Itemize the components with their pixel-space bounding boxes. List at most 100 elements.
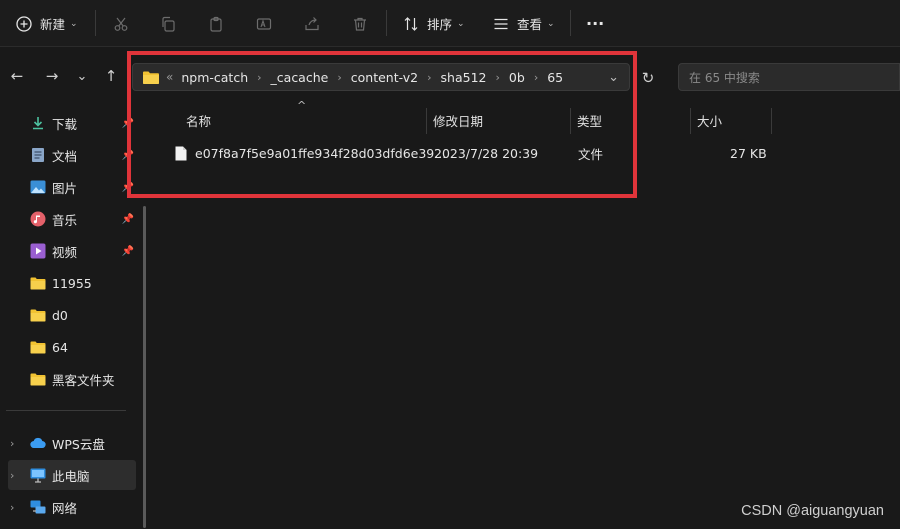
breadcrumb-item[interactable]: sha512 [441, 70, 487, 85]
view-button[interactable]: 查看 ⌄ [493, 0, 555, 47]
sidebar-item-label: d0 [52, 307, 68, 323]
sidebar-scrollbar[interactable] [143, 206, 146, 528]
breadcrumb-item[interactable]: content-v2 [351, 70, 418, 85]
watermark: CSDN @aiguangyuan [741, 503, 884, 519]
column-header-date[interactable]: 修改日期 [433, 103, 483, 137]
sidebar-divider [6, 410, 126, 411]
recent-locations-button[interactable]: ⌄ [71, 65, 93, 87]
copy-button[interactable] [160, 0, 176, 47]
pin-icon: 📌 [121, 213, 134, 225]
sidebar-item-folder-64[interactable]: 64 [8, 332, 136, 362]
breadcrumb-item[interactable]: 0b [509, 70, 525, 85]
column-header-name[interactable]: 名称 [186, 103, 211, 137]
column-header-label: 名称 [186, 113, 212, 129]
pin-icon: 📌 [121, 181, 134, 193]
more-icon: ··· [586, 14, 605, 33]
sidebar-item-hacker-folder[interactable]: 黑客文件夹 [8, 364, 136, 394]
chevron-right-icon[interactable]: › [337, 71, 341, 84]
refresh-button[interactable]: ↻ [637, 67, 659, 89]
table-row[interactable]: e07f8a7f5e9a01ffe934f28d03dfd6e39... 202… [170, 141, 770, 165]
sidebar-item-music[interactable]: 音乐 📌 [8, 204, 136, 234]
sidebar-item-label: 音乐 [52, 212, 78, 228]
back-arrow-icon: ← [10, 67, 24, 85]
file-list: ^ 名称 修改日期 类型 大小 e07f8a7f5e9a01ffe934f28d… [150, 99, 900, 529]
column-divider[interactable] [690, 108, 691, 134]
sidebar-item-label: 文档 [52, 148, 78, 164]
sidebar-item-videos[interactable]: 视频 📌 [8, 236, 136, 266]
chevron-down-icon: ⌄ [457, 18, 465, 29]
folder-icon [30, 339, 46, 355]
search-input[interactable]: 在 65 中搜索 [678, 63, 900, 91]
network-icon [30, 499, 46, 515]
sidebar-item-label: 下载 [52, 116, 78, 132]
delete-button[interactable] [352, 0, 368, 47]
column-divider[interactable] [771, 108, 772, 134]
chevron-right-icon[interactable]: › [534, 71, 538, 84]
column-divider[interactable] [570, 108, 571, 134]
forward-button[interactable]: → [41, 65, 63, 87]
cut-icon [114, 17, 128, 31]
chevron-down-icon: ⌄ [76, 68, 88, 84]
chevron-right-icon[interactable]: › [257, 71, 261, 84]
toolbar-divider [95, 10, 96, 36]
up-button[interactable]: ↑ [100, 65, 122, 87]
chevron-right-icon[interactable]: › [10, 501, 14, 514]
new-label: 新建 [40, 17, 66, 32]
sidebar-item-documents[interactable]: 文档 📌 [8, 140, 136, 170]
breadcrumb: npm-catch › _cacache › content-v2 › sha5… [181, 70, 563, 85]
pin-icon: 📌 [121, 245, 134, 257]
back-button[interactable]: ← [6, 65, 28, 87]
column-header-type[interactable]: 类型 [577, 103, 602, 137]
chevron-right-icon[interactable]: › [10, 469, 14, 482]
sidebar-item-folder-d0[interactable]: d0 [8, 300, 136, 330]
column-header-size[interactable]: 大小 [697, 103, 722, 137]
pin-icon: 📌 [121, 149, 134, 161]
sidebar-item-downloads[interactable]: 下载 📌 [8, 108, 136, 138]
chevron-right-icon[interactable]: › [496, 71, 500, 84]
sidebar-item-label: 图片 [52, 180, 78, 196]
address-bar[interactable]: « npm-catch › _cacache › content-v2 › sh… [132, 63, 630, 91]
picture-icon [30, 179, 46, 195]
document-icon [30, 147, 46, 163]
plus-circle-icon [16, 15, 32, 32]
sidebar-item-this-pc[interactable]: › 此电脑 [8, 460, 136, 490]
breadcrumb-item[interactable]: _cacache [271, 70, 329, 85]
rename-button[interactable] [256, 0, 272, 47]
file-type: 文件 [578, 146, 604, 162]
sidebar-item-network[interactable]: › 网络 [8, 492, 136, 522]
sidebar-item-pictures[interactable]: 图片 📌 [8, 172, 136, 202]
breadcrumb-item[interactable]: 65 [547, 70, 563, 85]
view-icon [494, 18, 508, 29]
share-button[interactable] [304, 0, 320, 47]
sidebar-item-label: 视频 [52, 244, 78, 260]
chevron-right-icon[interactable]: › [10, 437, 14, 450]
column-header-label: 类型 [577, 113, 603, 129]
sidebar-item-label: WPS云盘 [52, 436, 105, 452]
sidebar-item-label: 网络 [52, 500, 78, 516]
command-bar: 新建 ⌄ 排序 ⌄ 查看 ⌄ ··· [0, 0, 900, 47]
chevron-right-icon[interactable]: › [427, 71, 431, 84]
share-icon [305, 16, 319, 30]
breadcrumb-overflow[interactable]: « [166, 70, 173, 84]
sort-ascending-icon: ^ [297, 99, 307, 112]
sort-button[interactable]: 排序 ⌄ [403, 0, 465, 47]
chevron-down-icon: ⌄ [547, 18, 555, 29]
forward-arrow-icon: → [45, 67, 59, 85]
paste-button[interactable] [208, 0, 224, 47]
column-divider[interactable] [426, 108, 427, 134]
file-name: e07f8a7f5e9a01ffe934f28d03dfd6e39... [195, 145, 447, 161]
sort-icon [404, 16, 418, 31]
delete-icon [354, 17, 366, 31]
breadcrumb-item[interactable]: npm-catch [181, 70, 248, 85]
new-button[interactable]: 新建 ⌄ [16, 0, 78, 47]
file-name-cell: e07f8a7f5e9a01ffe934f28d03dfd6e39... [175, 141, 446, 165]
sort-label: 排序 [427, 17, 453, 32]
more-button[interactable]: ··· [586, 0, 604, 47]
view-label: 查看 [517, 17, 543, 32]
sidebar-item-folder-11955[interactable]: 11955 [8, 268, 136, 298]
rename-icon [256, 17, 272, 30]
address-dropdown-icon[interactable]: ⌄ [608, 70, 619, 85]
cut-button[interactable] [113, 0, 129, 47]
sidebar-item-wps-cloud[interactable]: › WPS云盘 [8, 428, 136, 458]
file-icon [175, 146, 187, 160]
